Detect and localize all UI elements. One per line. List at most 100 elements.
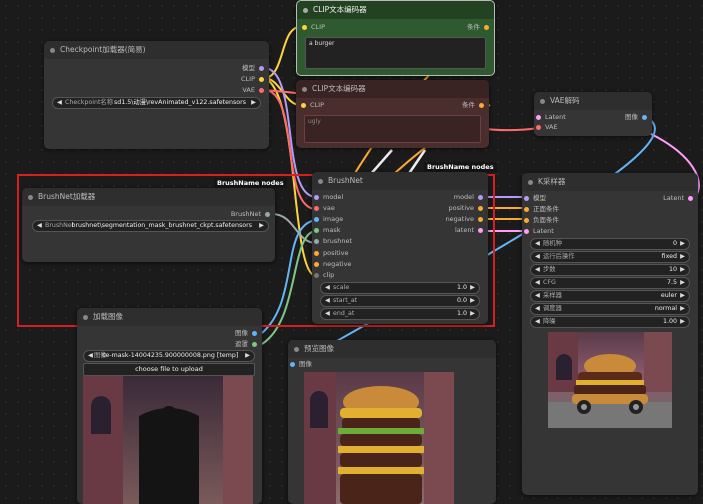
preview-image-node[interactable]: 预览图像 图像 (288, 340, 496, 504)
brushnet-node[interactable]: BrushNet model vae image mask brushnet p… (312, 172, 488, 324)
load-image-node[interactable]: 加载图像 图像 遮罩 ◀ 图像 ce-mask-14004235.9000000… (77, 308, 262, 504)
model-input[interactable]: 模型 (524, 194, 546, 203)
collapse-dot[interactable] (303, 8, 308, 13)
negative-output[interactable]: negative (446, 215, 483, 224)
widget-label: 降噪 (543, 318, 556, 325)
conditioning-output[interactable]: 条件 (462, 101, 484, 110)
clip-text-encode-positive-node[interactable]: CLIP文本编码器 CLIP 条件 a burger (296, 0, 495, 76)
arrow-left-icon[interactable]: ◀ (88, 351, 93, 361)
arrow-left-icon[interactable]: ◀ (535, 317, 540, 327)
positive-output[interactable]: positive (449, 204, 483, 213)
clip-text-encode-negative-node[interactable]: CLIP文本编码器 CLIP 条件 ugly (296, 80, 489, 148)
model-output[interactable]: 模型 (242, 64, 264, 73)
arrow-left-icon[interactable]: ◀ (535, 252, 540, 262)
collapse-dot[interactable] (528, 180, 533, 185)
positive-input[interactable]: 正面条件 (524, 205, 559, 214)
arrow-right-icon[interactable]: ▶ (680, 304, 685, 314)
control-after-widget[interactable]: ◀ 运行后操作 fixed ▶ (530, 251, 690, 263)
mask-input[interactable]: mask (314, 226, 340, 235)
arrow-right-icon[interactable]: ▶ (245, 351, 250, 361)
model-output[interactable]: model (454, 193, 483, 202)
negative-input[interactable]: negative (314, 260, 352, 269)
widget-label: 运行后操作 (543, 253, 575, 260)
arrow-left-icon[interactable]: ◀ (57, 98, 62, 108)
arrow-right-icon[interactable]: ▶ (251, 98, 256, 108)
image-output[interactable]: 图像 (235, 329, 257, 338)
seed-widget[interactable]: ◀ 随机种 0 ▶ (530, 238, 690, 250)
clip-input[interactable]: clip (314, 271, 334, 280)
arrow-right-icon[interactable]: ▶ (470, 309, 475, 319)
image-input[interactable]: 图像 (290, 360, 312, 369)
steps-widget[interactable]: ◀ 步数 10 ▶ (530, 264, 690, 276)
slot-label: VAE (242, 86, 255, 94)
arrow-left-icon[interactable]: ◀ (535, 278, 540, 288)
checkpoint-name-select[interactable]: ◀ Checkpoint名称 sd1.5\动漫\revAnimated_v122… (52, 97, 261, 109)
arrow-right-icon[interactable]: ▶ (680, 278, 685, 288)
model-input[interactable]: model (314, 193, 343, 202)
arrow-right-icon[interactable]: ▶ (470, 283, 475, 293)
arrow-right-icon[interactable]: ▶ (680, 252, 685, 262)
arrow-left-icon[interactable]: ◀ (535, 239, 540, 249)
negative-input[interactable]: 负面条件 (524, 216, 559, 225)
checkpoint-loader-node[interactable]: Checkpoint加载器(简易) 模型 CLIP VAE ◀ Checkpoi… (44, 41, 269, 149)
arrow-right-icon[interactable]: ▶ (259, 221, 264, 231)
masked-scene-illustration (83, 376, 253, 504)
latent-output[interactable]: Latent (663, 194, 693, 203)
sampler-widget[interactable]: ◀ 采样器 euler ▶ (530, 290, 690, 302)
brushnet-input[interactable]: brushnet (314, 237, 352, 246)
arrow-left-icon[interactable]: ◀ (325, 296, 330, 306)
widget-label: 采样器 (543, 292, 562, 299)
cfg-widget[interactable]: ◀ CFG 7.5 ▶ (530, 277, 690, 289)
prompt-textarea[interactable]: a burger (305, 37, 486, 69)
start-at-widget[interactable]: ◀ start_at 0.0 ▶ (320, 295, 480, 307)
arrow-left-icon[interactable]: ◀ (535, 304, 540, 314)
vae-input[interactable]: VAE (536, 123, 558, 132)
vae-input[interactable]: vae (314, 204, 335, 213)
collapse-dot[interactable] (318, 179, 323, 184)
arrow-right-icon[interactable]: ▶ (680, 291, 685, 301)
end-at-widget[interactable]: ◀ end_at 1.0 ▶ (320, 308, 480, 320)
latent-input[interactable]: Latent (536, 113, 566, 122)
arrow-left-icon[interactable]: ◀ (535, 265, 540, 275)
mask-output[interactable]: 遮罩 (235, 340, 257, 349)
upload-button[interactable]: choose file to upload (83, 363, 255, 376)
slot-label: negative (323, 260, 352, 268)
ksampler-node[interactable]: K采样器 模型 正面条件 负面条件 Latent Latent ◀ 随机种 0 ▶ ◀… (522, 173, 698, 495)
image-input[interactable]: image (314, 215, 343, 224)
clip-input[interactable]: CLIP (302, 23, 325, 32)
collapse-dot[interactable] (540, 99, 545, 104)
latent-output[interactable]: latent (454, 226, 483, 235)
slot-label: latent (454, 226, 474, 234)
clip-input[interactable]: CLIP (301, 101, 324, 110)
collapse-dot[interactable] (28, 195, 33, 200)
brushnet-output[interactable]: BrushNet (231, 210, 270, 219)
denoise-widget[interactable]: ◀ 降噪 1.00 ▶ (530, 316, 690, 328)
image-file-select[interactable]: ◀ 图像 ce-mask-14004235.900000008.png [tem… (83, 350, 255, 362)
collapse-dot[interactable] (294, 347, 299, 352)
image-output[interactable]: 图像 (625, 113, 647, 122)
collapse-dot[interactable] (50, 48, 55, 53)
arrow-left-icon[interactable]: ◀ (37, 221, 42, 231)
conditioning-output[interactable]: 条件 (467, 23, 489, 32)
arrow-right-icon[interactable]: ▶ (470, 296, 475, 306)
vae-decode-node[interactable]: VAE解码 Latent VAE 图像 (534, 92, 652, 136)
scheduler-widget[interactable]: ◀ 调度器 normal ▶ (530, 303, 690, 315)
collapse-dot[interactable] (83, 315, 88, 320)
arrow-right-icon[interactable]: ▶ (680, 239, 685, 249)
brushname-group-label: BrushName nodes (214, 178, 287, 188)
arrow-right-icon[interactable]: ▶ (680, 317, 685, 327)
arrow-left-icon[interactable]: ◀ (325, 309, 330, 319)
collapse-dot[interactable] (302, 87, 307, 92)
scale-widget[interactable]: ◀ scale 1.0 ▶ (320, 282, 480, 294)
latent-input[interactable]: Latent (524, 227, 554, 236)
clip-output[interactable]: CLIP (241, 75, 264, 84)
brushnet-model-select[interactable]: ◀ BrushNet brushnet\segmentation_mask_br… (32, 220, 269, 232)
slot-label: 图像 (625, 113, 638, 121)
arrow-left-icon[interactable]: ◀ (535, 291, 540, 301)
vae-output[interactable]: VAE (242, 86, 264, 95)
prompt-textarea[interactable]: ugly (304, 115, 481, 143)
arrow-right-icon[interactable]: ▶ (680, 265, 685, 275)
brushnet-loader-node[interactable]: BrushNet加载器 BrushNet ◀ BrushNet brushnet… (22, 188, 275, 262)
arrow-left-icon[interactable]: ◀ (325, 283, 330, 293)
positive-input[interactable]: positive (314, 249, 349, 258)
